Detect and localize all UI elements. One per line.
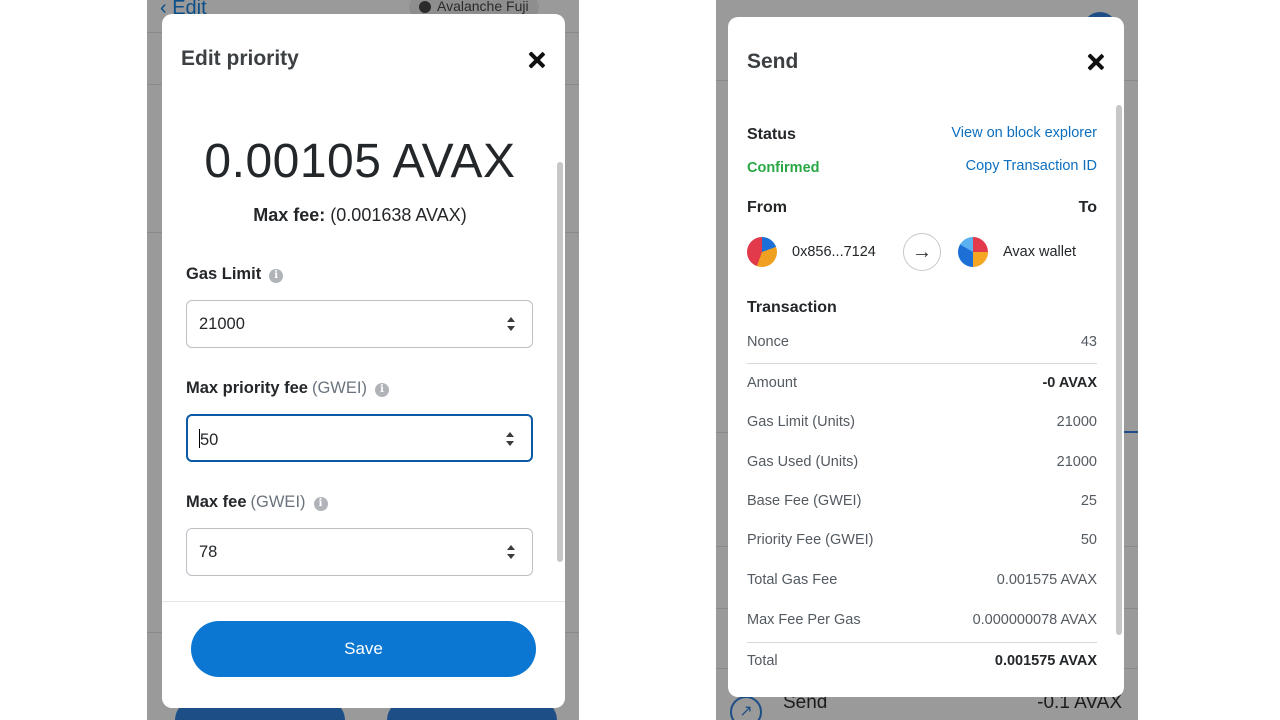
max-priority-fee-unit: (GWEI) bbox=[311, 379, 367, 397]
scrollbar[interactable] bbox=[1116, 105, 1122, 635]
gas-limit-label: Gas Limit i bbox=[186, 265, 284, 284]
gas-used-units-value: 21000 bbox=[1056, 454, 1097, 470]
to-name: Avax wallet bbox=[1003, 244, 1077, 260]
total-gas-fee-value: 0.001575 AVAX bbox=[996, 572, 1097, 588]
max-priority-fee-label-text: Max priority fee bbox=[186, 379, 308, 397]
info-icon[interactable]: i bbox=[374, 383, 389, 397]
arrow-right-icon: → bbox=[903, 233, 941, 271]
max-fee-value: 78 bbox=[199, 543, 218, 561]
max-fee-summary: Max fee: (0.001638 AVAX) bbox=[162, 205, 558, 226]
number-stepper-icon[interactable] bbox=[504, 316, 518, 333]
gas-limit-value: 21000 bbox=[199, 315, 245, 333]
max-priority-fee-label: Max priority fee (GWEI) i bbox=[186, 379, 389, 398]
max-priority-fee-value-text: 50 bbox=[200, 431, 219, 449]
max-fee-summary-value: (0.001638 AVAX) bbox=[330, 205, 467, 225]
total-value: 0.001575 AVAX bbox=[994, 653, 1097, 669]
amount-label: Amount bbox=[747, 375, 797, 391]
max-fee-per-gas-label: Max Fee Per Gas bbox=[747, 612, 861, 628]
edit-priority-modal: Edit priority 0.00105 AVAX Max fee: (0.0… bbox=[162, 14, 565, 708]
network-label: Avalanche Fuji bbox=[437, 0, 529, 14]
info-icon[interactable]: i bbox=[269, 269, 284, 283]
to-account-icon bbox=[958, 237, 988, 267]
from-label: From bbox=[747, 199, 787, 216]
gas-limit-label-text: Gas Limit bbox=[186, 265, 262, 283]
row-divider bbox=[747, 642, 1097, 643]
number-stepper-icon[interactable] bbox=[503, 431, 517, 448]
priority-fee-value: 50 bbox=[1080, 532, 1097, 548]
view-on-block-explorer-link[interactable]: View on block explorer bbox=[951, 125, 1097, 141]
max-fee-summary-label: Max fee: bbox=[253, 205, 326, 225]
send-arrow-icon: ↗ bbox=[730, 696, 762, 720]
status-badge: Confirmed bbox=[747, 160, 820, 176]
max-fee-label-text: Max fee bbox=[186, 493, 247, 511]
estimated-fee-amount: 0.00105 AVAX bbox=[204, 135, 516, 188]
save-button[interactable]: Save bbox=[191, 621, 536, 677]
status-label: Status bbox=[747, 126, 796, 143]
nonce-label: Nonce bbox=[747, 334, 789, 350]
modal-title: Send bbox=[747, 50, 799, 73]
priority-fee-label: Priority Fee (GWEI) bbox=[747, 532, 874, 548]
max-fee-input[interactable]: 78 bbox=[186, 528, 533, 576]
from-address: 0x856...7124 bbox=[792, 244, 876, 260]
max-priority-fee-value: 50 bbox=[199, 429, 218, 450]
info-icon[interactable]: i bbox=[313, 497, 328, 511]
gas-limit-input[interactable]: 21000 bbox=[186, 300, 533, 348]
amount-value: -0 AVAX bbox=[1042, 375, 1097, 391]
max-fee-label: Max fee (GWEI) i bbox=[186, 493, 328, 512]
footer-divider bbox=[162, 601, 565, 602]
close-icon[interactable] bbox=[1085, 51, 1107, 73]
from-account-icon bbox=[747, 237, 777, 267]
gas-limit-units-value: 21000 bbox=[1056, 414, 1097, 430]
modal-title: Edit priority bbox=[181, 47, 299, 70]
base-fee-label: Base Fee (GWEI) bbox=[747, 493, 862, 509]
network-icon bbox=[419, 1, 431, 13]
copy-transaction-id-link[interactable]: Copy Transaction ID bbox=[966, 158, 1097, 174]
row-divider bbox=[747, 363, 1097, 364]
scrollbar[interactable] bbox=[557, 162, 563, 562]
max-fee-unit: (GWEI) bbox=[250, 493, 306, 511]
gas-limit-units-label: Gas Limit (Units) bbox=[747, 414, 855, 430]
close-icon[interactable] bbox=[526, 49, 548, 71]
max-priority-fee-input[interactable]: 50 bbox=[186, 414, 533, 462]
base-fee-value: 25 bbox=[1080, 493, 1097, 509]
to-label: To bbox=[1078, 199, 1097, 216]
total-label: Total bbox=[747, 653, 778, 669]
gas-used-units-label: Gas Used (Units) bbox=[747, 454, 859, 470]
send-details-modal: Send Status View on block explorer Confi… bbox=[728, 17, 1124, 697]
transaction-section-title: Transaction bbox=[747, 299, 837, 316]
number-stepper-icon[interactable] bbox=[504, 544, 518, 561]
max-fee-per-gas-value: 0.000000078 AVAX bbox=[972, 612, 1097, 628]
total-gas-fee-label: Total Gas Fee bbox=[747, 572, 838, 588]
nonce-value: 43 bbox=[1080, 334, 1097, 350]
